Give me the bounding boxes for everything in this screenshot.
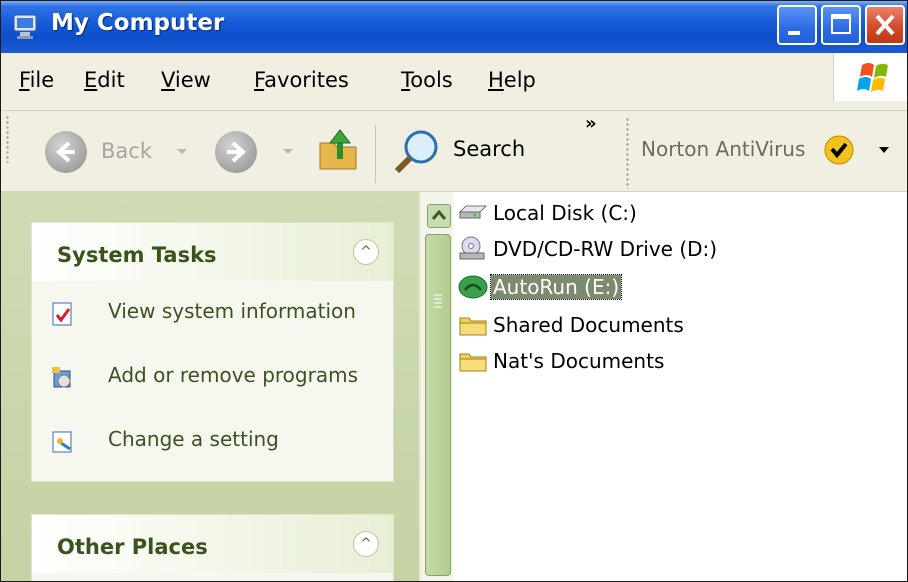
view-system-information-link[interactable]: View system information (108, 297, 378, 325)
file-list: Local Disk (C:) DVD/CD-RW Drive (D:) Aut… (453, 192, 907, 581)
links-grip[interactable] (625, 117, 630, 189)
hard-disk-icon (458, 205, 488, 219)
toolbar-grip[interactable] (5, 115, 10, 163)
folder-icon (459, 317, 487, 336)
close-button[interactable] (865, 5, 905, 45)
file-item-dvd-drive-d[interactable]: DVD/CD-RW Drive (D:) (453, 234, 753, 264)
norton-dropdown-caret[interactable] (879, 147, 889, 153)
scroll-thumb[interactable] (425, 234, 451, 576)
other-places-panel: Other Places ^ (31, 514, 394, 581)
file-label: Local Disk (C:) (493, 201, 637, 225)
change-a-setting-link[interactable]: Change a setting (108, 425, 378, 453)
file-item-autorun-e[interactable]: AutoRun (E:) (453, 272, 653, 302)
close-icon (875, 14, 895, 36)
folder-icon (459, 353, 487, 372)
back-button[interactable] (45, 131, 87, 173)
menu-help[interactable]: Help (488, 68, 536, 92)
system-tasks-title: System Tasks (57, 243, 217, 267)
menu-view[interactable]: View (161, 68, 211, 92)
scroll-grip-icon (434, 294, 442, 308)
back-arrow-icon (56, 141, 75, 163)
standard-toolbar: Back Search » Norton AntiVirus (1, 111, 907, 192)
menu-tools[interactable]: Tools (401, 68, 453, 92)
file-item-shared-documents[interactable]: Shared Documents (453, 310, 703, 340)
file-label: Nat's Documents (493, 349, 665, 373)
norton-shield-icon[interactable] (823, 133, 859, 169)
menu-edit[interactable]: Edit (84, 68, 125, 92)
scroll-up-arrow-icon (431, 209, 447, 220)
minimize-button[interactable] (777, 5, 817, 45)
other-places-header[interactable]: Other Places ^ (32, 515, 393, 573)
file-label: Shared Documents (493, 313, 684, 337)
other-places-title: Other Places (57, 535, 208, 559)
system-information-icon (52, 302, 72, 326)
file-item-nats-documents[interactable]: Nat's Documents (453, 346, 693, 376)
collapse-chevron-icon[interactable]: ^ (353, 239, 379, 265)
my-computer-window: My Computer File Edit View Favorites Too… (0, 0, 908, 582)
file-label: DVD/CD-RW Drive (D:) (493, 237, 718, 261)
control-panel-icon (52, 431, 72, 453)
vertical-scrollbar[interactable] (421, 192, 453, 581)
up-folder-icon[interactable] (316, 125, 364, 175)
search-button[interactable]: Search (453, 137, 525, 161)
scroll-up-button[interactable] (427, 204, 451, 228)
toolbar-separator (375, 125, 376, 183)
norton-antivirus-label[interactable]: Norton AntiVirus (641, 137, 805, 161)
my-computer-icon (13, 14, 37, 39)
window-title: My Computer (51, 10, 225, 36)
forward-dropdown-caret[interactable] (283, 149, 293, 154)
windows-logo (833, 53, 907, 101)
minimize-icon (788, 31, 800, 35)
forward-arrow-icon (227, 141, 246, 163)
back-dropdown-caret[interactable] (177, 149, 187, 154)
system-tasks-header[interactable]: System Tasks ^ (32, 223, 393, 281)
collapse-chevron-icon[interactable]: ^ (353, 531, 379, 557)
file-item-local-disk-c[interactable]: Local Disk (C:) (453, 198, 693, 228)
task-pane: System Tasks ^ View system information A… (1, 192, 419, 581)
add-remove-programs-link[interactable]: Add or remove programs (108, 361, 378, 389)
maximize-button[interactable] (821, 5, 861, 45)
autorun-drive-icon (458, 275, 488, 299)
add-remove-programs-icon (52, 367, 71, 388)
menu-favorites[interactable]: Favorites (254, 68, 349, 92)
forward-button[interactable] (215, 131, 257, 173)
cd-drive-icon (459, 236, 485, 260)
file-label-selected: AutoRun (E:) (489, 274, 623, 300)
system-tasks-panel: System Tasks ^ View system information A… (31, 222, 394, 482)
search-icon[interactable] (391, 125, 445, 179)
menu-file[interactable]: File (19, 68, 54, 92)
windows-flag-icon (857, 63, 888, 92)
maximize-icon (831, 14, 851, 34)
menu-bar: File Edit View Favorites Tools Help (1, 53, 907, 111)
back-label: Back (101, 139, 152, 163)
title-bar[interactable]: My Computer (1, 1, 907, 53)
toolbar-overflow-chevron[interactable]: » (585, 113, 597, 134)
